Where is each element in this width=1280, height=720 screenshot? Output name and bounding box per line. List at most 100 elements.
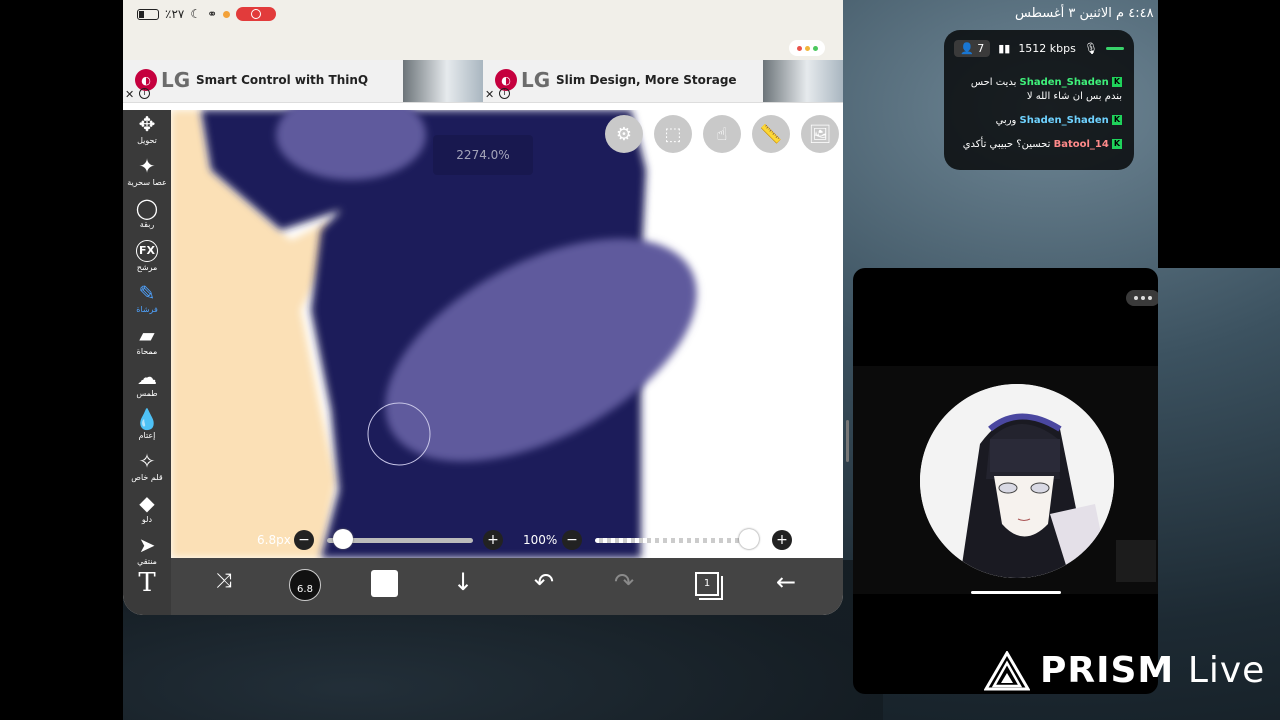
record-icon [251,9,262,19]
viewer-count: 👤 7 [954,39,991,57]
canvas-top-icons: ⚙ ⬚ ☝ 📏 🖼 [605,115,839,153]
chat-header: 👤 7 ▮▮ 1512 kbps 🎙 [954,38,1124,58]
toggle-settings-icon[interactable]: ⚙ [605,115,643,153]
opacity-slider-thumb[interactable] [739,529,759,549]
ad-brand: LG [521,68,551,92]
tool-6[interactable]: ▰ ممحاة [123,324,171,356]
tool-label: مرشح [136,263,158,272]
avatar [920,384,1114,578]
ad-title: Smart Control with ThinQ [196,73,369,87]
zoom-level: 2274.0% [433,135,533,175]
tool-9[interactable]: ✧ قلم خاص [123,450,171,482]
tool-1[interactable]: ✥ تحويل [123,113,171,145]
tool-icon: ◯ [135,196,159,220]
chat-username: Shaden_Shaden [1019,77,1109,88]
battery-percent: ٪٢٧ [165,7,185,21]
tool-3[interactable]: ◯ ربقة [123,197,171,229]
prism-live: Live [1187,650,1266,691]
mic-icon: 🎙 [1083,41,1098,55]
kick-icon: K [1112,115,1122,125]
prism-brand: PRISM Live [1040,650,1265,691]
tool-5[interactable]: ✎ فرشاة [123,282,171,314]
size-slider-thumb[interactable] [333,529,354,549]
tool-12[interactable]: T [123,568,171,598]
brush-settings-icon[interactable]: ⤨ [204,568,244,592]
ad-product-image [763,60,843,102]
tool-label: منتقي [137,557,157,566]
gallery-icon[interactable]: 🖼 [801,115,839,153]
tool-icon: ▰ [139,323,155,347]
selection-icon[interactable]: ⬚ [654,115,692,153]
undo-icon[interactable]: ↶ [524,568,564,596]
chat-message: K Batool_14 تحسين؟ حبيبي تأكدي [952,138,1122,152]
tool-label: ممحاة [136,347,158,356]
redo-icon[interactable]: ↷ [604,568,644,596]
prism-name: PRISM [1040,650,1175,691]
system-status-time: ٤:٤٨ م الاثنين ٣ أغسطس [1015,6,1154,21]
tool-label: فرشاة [136,305,158,314]
chat-text: وربي [995,115,1017,126]
bottom-toolbar: ⤨ 6.8 ↓ ↶ ↷ 1 ← [171,558,843,615]
prism-logo-icon [984,650,1030,690]
audio-level-bar [1105,46,1124,50]
tool-8[interactable]: 💧 إعتام [123,408,171,440]
back-arrow-icon[interactable]: ← [766,568,806,596]
ad-info-icon[interactable]: i [499,88,510,99]
chat-text: تحسين؟ حبيبي تأكدي [962,139,1051,150]
opacity-plus-button[interactable]: + [772,530,792,550]
tool-7[interactable]: ☁ طمس [123,366,171,398]
ad-title: Slim Design, More Storage [556,73,737,87]
chat-message: K Shaden_Shaden وربي [952,114,1122,128]
opacity-minus-button[interactable]: − [562,530,582,550]
tool-icon: 💧 [134,407,160,431]
window-menu-button[interactable] [789,40,825,56]
tool-11[interactable]: ➤ منتقي [123,534,171,566]
signal-icon: ▮▮ [998,41,1011,55]
panel-menu-button[interactable] [1126,290,1158,306]
ruler-icon[interactable]: 📏 [752,115,790,153]
hand-icon[interactable]: ☝ [703,115,741,153]
download-icon[interactable]: ↓ [443,568,483,596]
canvas-artwork [171,110,843,558]
live-chat-overlay: 👤 7 ▮▮ 1512 kbps 🎙 K Shaden_Shaden بديت … [944,30,1134,170]
letterbox-right [1158,0,1280,268]
ad-close-icon[interactable]: ✕ [125,88,134,101]
ad-close-icon[interactable]: ✕ [485,88,494,101]
tool-10[interactable]: ◆ دلو [123,492,171,524]
tool-2[interactable]: ✦ عصا سحرية [123,155,171,187]
app-status-bar: ٪٢٧ ☾ ⚭ [123,0,843,60]
prism-watermark: PRISM Live [984,650,1265,691]
kick-icon: K [1112,139,1122,149]
layers-button[interactable]: 1 [695,572,719,596]
chat-username: Batool_14 [1053,139,1109,150]
screen-record-button[interactable] [236,7,277,21]
tool-label: طمس [136,389,158,398]
drawing-canvas[interactable]: 2274.0% ⚙ ⬚ ☝ 📏 🖼 [171,110,843,558]
split-view-handle[interactable] [846,420,849,462]
tool-4[interactable]: FX مرشح [123,240,171,272]
color-picker-button[interactable] [371,570,398,597]
tool-icon: ✎ [138,281,156,305]
size-plus-button[interactable]: + [483,530,503,550]
home-indicator[interactable] [971,591,1061,594]
brush-size-label: 6.8px [257,533,291,547]
tool-label: عصا سحرية [127,178,167,187]
opacity-slider[interactable] [595,538,759,543]
moon-icon: ☾ [190,7,202,21]
drawing-app-window: ٪٢٧ ☾ ⚭ ◐ LG Smart Control with ThinQ ✕ … [123,0,843,615]
ad-item[interactable]: ◐ LG Slim Design, More Storage ✕ i [483,60,843,102]
link-icon: ⚭ [207,7,218,21]
ad-item[interactable]: ◐ LG Smart Control with ThinQ ✕ i [123,60,483,102]
chat-username: Shaden_Shaden [1019,115,1109,126]
dot-yellow-icon [804,45,810,51]
ad-info-icon[interactable]: i [139,88,150,99]
tool-icon: FX [136,240,158,262]
tool-icon: T [138,568,156,598]
battery-icon [137,8,159,20]
secondary-app-panel [853,268,1158,694]
size-minus-button[interactable]: − [294,530,314,550]
brush-sliders: 6.8px − + 100% − + [171,525,843,555]
brush-size-button[interactable]: 6.8 [289,569,321,601]
mini-chat-preview [1116,540,1156,582]
kick-icon: K [1112,77,1122,87]
